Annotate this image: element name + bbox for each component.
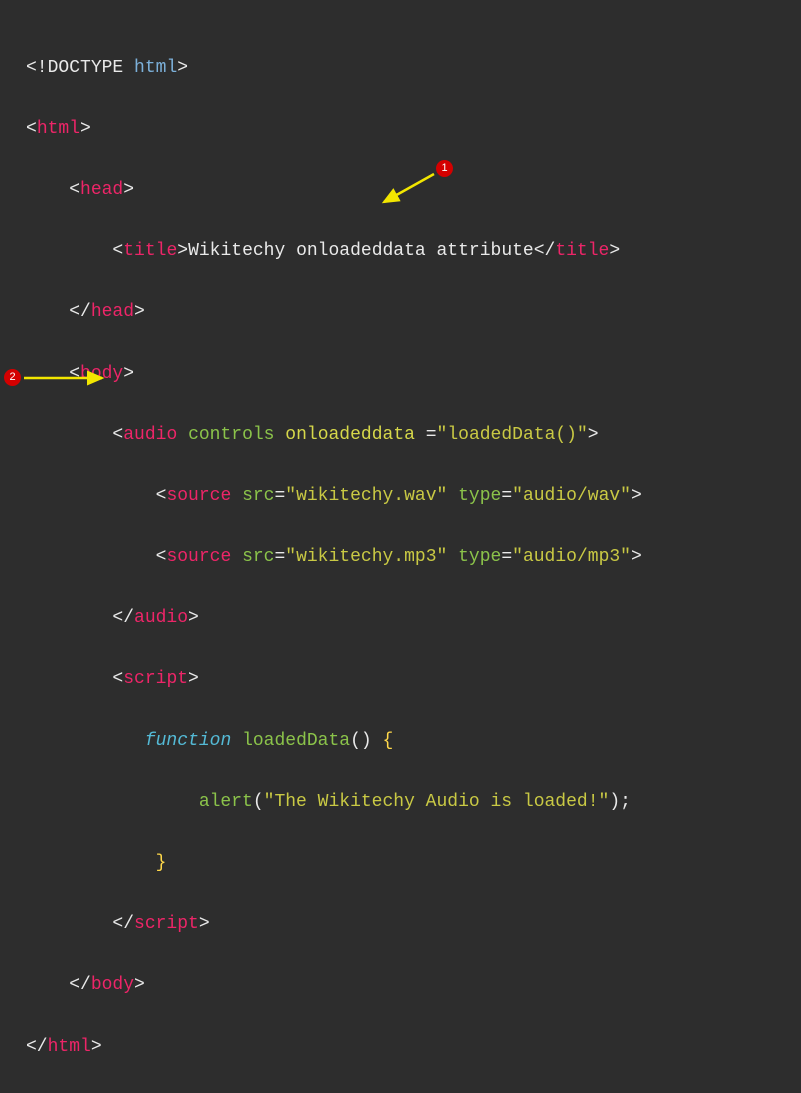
- tag-name: html: [48, 1037, 91, 1057]
- function-call: alert: [199, 792, 253, 812]
- code-line: }: [26, 848, 775, 879]
- tag-name: script: [134, 914, 199, 934]
- tag-name: body: [91, 975, 134, 995]
- code-line: function loadedData() {: [26, 726, 775, 757]
- attr-name: type: [458, 547, 501, 567]
- annotation-badge-1: 1: [436, 160, 453, 177]
- annotation-badge-2: 2: [4, 369, 21, 386]
- brace: {: [383, 731, 394, 751]
- code-line: alert("The Wikitechy Audio is loaded!");: [26, 787, 775, 818]
- code-line: <audio controls onloadeddata ="loadedDat…: [26, 420, 775, 451]
- attr-name: src: [242, 547, 274, 567]
- tag-name: script: [123, 669, 188, 689]
- string-literal: "The Wikitechy Audio is loaded!": [264, 792, 610, 812]
- keyword-function: function: [145, 731, 231, 751]
- code-line: <script>: [26, 664, 775, 695]
- function-name: loadedData: [242, 731, 350, 751]
- code-line: </script>: [26, 909, 775, 940]
- attr-value: "loadedData()": [437, 425, 588, 445]
- code-line: <source src="wikitechy.mp3" type="audio/…: [26, 542, 775, 573]
- tag-name: title: [555, 241, 609, 261]
- attr-value: "wikitechy.wav": [285, 486, 447, 506]
- attr-name: controls: [188, 425, 274, 445]
- title-text: Wikitechy onloadeddata attribute: [188, 241, 534, 261]
- tag-name: source: [166, 547, 231, 567]
- code-line: <body>: [26, 359, 775, 390]
- attr-value: "wikitechy.mp3": [285, 547, 447, 567]
- tag-name: audio: [134, 608, 188, 628]
- code-line: <html>: [26, 114, 775, 145]
- brace: }: [156, 853, 167, 873]
- doctype-keyword: DOCTYPE: [48, 58, 124, 78]
- tag-name: head: [91, 302, 134, 322]
- attr-name: src: [242, 486, 274, 506]
- attr-value: "audio/mp3": [512, 547, 631, 567]
- tag-name: source: [166, 486, 231, 506]
- tag-name: audio: [123, 425, 177, 445]
- code-line: </audio>: [26, 603, 775, 634]
- code-line: </body>: [26, 970, 775, 1001]
- tag-name: body: [80, 364, 123, 384]
- code-line: <!DOCTYPE html>: [26, 53, 775, 84]
- code-line: </html>: [26, 1032, 775, 1063]
- attr-name: onloadeddata: [285, 425, 415, 445]
- tag-name: html: [37, 119, 80, 139]
- tag-name: title: [123, 241, 177, 261]
- attr-name: type: [458, 486, 501, 506]
- doctype-name: html: [134, 58, 177, 78]
- code-line: <head>: [26, 175, 775, 206]
- tag-name: head: [80, 180, 123, 200]
- code-line: <source src="wikitechy.wav" type="audio/…: [26, 481, 775, 512]
- code-block: <!DOCTYPE html> <html> <head> <title>Wik…: [26, 22, 775, 1093]
- attr-value: "audio/wav": [512, 486, 631, 506]
- code-line: </head>: [26, 297, 775, 328]
- code-line: <title>Wikitechy onloadeddata attribute<…: [26, 236, 775, 267]
